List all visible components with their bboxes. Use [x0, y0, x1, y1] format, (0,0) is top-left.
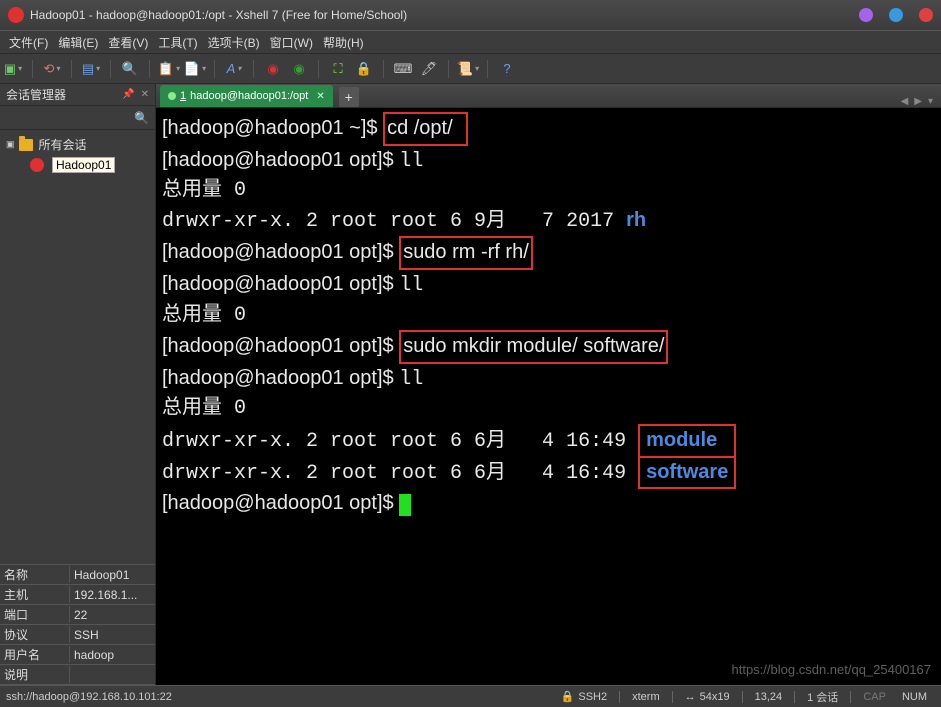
help-button[interactable]: ?	[498, 60, 516, 78]
prop-row: 说明	[0, 665, 155, 685]
tab-status-icon	[168, 92, 176, 100]
session-icon	[30, 158, 44, 172]
sidebar-search-row: 🔍	[0, 106, 155, 130]
menu-tools[interactable]: 工具(T)	[153, 34, 202, 51]
watermark: https://blog.csdn.net/qq_25400167	[732, 662, 932, 677]
sidebar-title: 会话管理器	[6, 86, 116, 103]
session-properties: 名称Hadoop01主机192.168.1...端口22协议SSH用户名hado…	[0, 564, 155, 685]
prop-value: Hadoop01	[70, 568, 155, 582]
xftp-button[interactable]: ◉	[290, 60, 308, 78]
prop-row: 协议SSH	[0, 625, 155, 645]
menu-help[interactable]: 帮助(H)	[318, 34, 369, 51]
minimize-button[interactable]	[859, 8, 873, 22]
resize-icon: ↔	[685, 691, 696, 703]
status-cap: CAP	[863, 691, 886, 703]
prop-row: 主机192.168.1...	[0, 585, 155, 605]
xshell-button[interactable]: ◉	[264, 60, 282, 78]
folder-icon	[19, 139, 33, 151]
highlight-button[interactable]: 🖊	[420, 60, 438, 78]
tab-menu-icon[interactable]: ▾	[928, 96, 933, 107]
status-proto: SSH2	[578, 691, 607, 703]
menu-bar: 文件(F) 编辑(E) 查看(V) 工具(T) 选项卡(B) 窗口(W) 帮助(…	[0, 30, 941, 54]
menu-tab[interactable]: 选项卡(B)	[203, 34, 265, 51]
sidebar-header: 会话管理器 📌 ✕	[0, 84, 155, 106]
keyboard-button[interactable]: ⌨	[394, 60, 412, 78]
toolbar: ▣ ⟲ ▤ 🔍 📋 📄 A ◉ ◉ ⛶ 🔒 ⌨ 🖊 📜 ?	[0, 54, 941, 84]
maximize-button[interactable]	[889, 8, 903, 22]
menu-file[interactable]: 文件(F)	[4, 34, 53, 51]
search-icon[interactable]: 🔍	[134, 111, 149, 125]
lock-icon: 🔒	[561, 690, 575, 703]
status-connection: ssh://hadoop@192.168.10.101:22	[6, 691, 553, 703]
cursor	[399, 494, 411, 516]
tab-close-button[interactable]: ✕	[316, 91, 324, 102]
status-termtype: xterm	[632, 691, 660, 703]
tab-session[interactable]: 1 hadoop@hadoop01:/opt ✕	[160, 85, 333, 107]
pin-icon[interactable]: 📌	[122, 89, 134, 100]
prop-key: 协议	[0, 626, 70, 643]
tree-root-label: 所有会话	[39, 136, 87, 153]
prop-value: 192.168.1...	[70, 588, 155, 602]
font-button[interactable]: A	[225, 60, 243, 78]
tab-next-icon[interactable]: ▶	[914, 96, 922, 107]
window-title: Hadoop01 - hadoop@hadoop01:/opt - Xshell…	[30, 8, 407, 22]
status-bar: ssh://hadoop@192.168.10.101:22 🔒SSH2 xte…	[0, 685, 941, 707]
prop-key: 用户名	[0, 646, 70, 663]
new-session-button[interactable]: ▣	[4, 60, 22, 78]
tab-label: hadoop@hadoop01:/opt	[190, 90, 308, 102]
prop-row: 端口22	[0, 605, 155, 625]
collapse-icon[interactable]: ▣	[6, 139, 15, 150]
session-item-hadoop01[interactable]: Hadoop01	[0, 155, 155, 175]
prop-value: SSH	[70, 628, 155, 642]
reconnect-button[interactable]: ⟲	[43, 60, 61, 78]
prop-row: 用户名hadoop	[0, 645, 155, 665]
status-pos: 13,24	[755, 691, 783, 703]
tab-add-button[interactable]: +	[339, 87, 359, 107]
prop-row: 名称Hadoop01	[0, 565, 155, 585]
status-num: NUM	[902, 691, 927, 703]
sidebar-close-button[interactable]: ✕	[141, 89, 149, 100]
status-size: 54x19	[700, 691, 730, 703]
close-button[interactable]	[919, 8, 933, 22]
find-button[interactable]: 🔍	[121, 60, 139, 78]
status-sessions: 1 会话	[807, 689, 838, 705]
menu-window[interactable]: 窗口(W)	[265, 34, 318, 51]
prop-key: 端口	[0, 606, 70, 623]
title-bar: Hadoop01 - hadoop@hadoop01:/opt - Xshell…	[0, 0, 941, 30]
prop-key: 主机	[0, 586, 70, 603]
prop-value: 22	[70, 608, 155, 622]
session-tree: ▣ 所有会话 Hadoop01	[0, 130, 155, 564]
tab-index: 1	[180, 90, 186, 102]
sessions-button[interactable]: ▤	[82, 60, 100, 78]
terminal[interactable]: [hadoop@hadoop01 ~]$ cd /opt/ [hadoop@ha…	[156, 108, 941, 685]
session-label: Hadoop01	[52, 157, 115, 173]
app-logo-icon	[8, 7, 24, 23]
menu-view[interactable]: 查看(V)	[103, 34, 153, 51]
prop-key: 名称	[0, 566, 70, 583]
tab-prev-icon[interactable]: ◀	[901, 96, 909, 107]
script-button[interactable]: 📜	[459, 60, 477, 78]
lock-button[interactable]: 🔒	[355, 60, 373, 78]
prop-value: hadoop	[70, 648, 155, 662]
menu-edit[interactable]: 编辑(E)	[53, 34, 103, 51]
prop-key: 说明	[0, 666, 70, 683]
copy-button[interactable]: 📋	[160, 60, 178, 78]
tab-bar: 1 hadoop@hadoop01:/opt ✕ + ◀ ▶ ▾	[156, 84, 941, 108]
fullscreen-button[interactable]: ⛶	[329, 60, 347, 78]
paste-button[interactable]: 📄	[186, 60, 204, 78]
tree-root[interactable]: ▣ 所有会话	[0, 134, 155, 155]
session-sidebar: 会话管理器 📌 ✕ 🔍 ▣ 所有会话 Hadoop01 名称Hadoop01主机…	[0, 84, 156, 685]
